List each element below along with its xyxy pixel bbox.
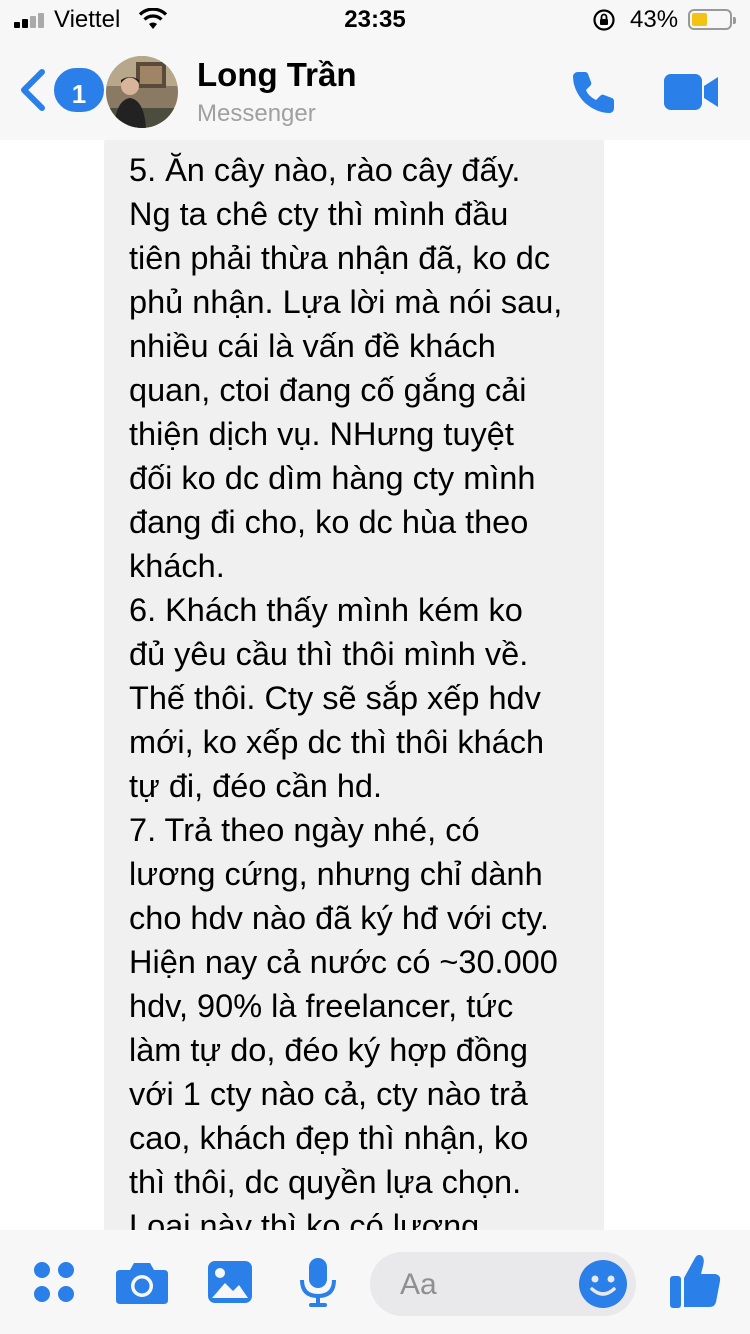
- battery-percent: 43%: [630, 6, 679, 33]
- message-line: tự đi, đéo cần hd.: [129, 768, 383, 804]
- voice-call-button[interactable]: [568, 66, 620, 118]
- message-bubble[interactable]: 5. Ăn cây nào, rào cây đấy. Ng ta chê cty…: [104, 140, 604, 1230]
- message-line: tiên phải thừa nhận đã, ko dc: [129, 240, 551, 276]
- camera-icon[interactable]: [114, 1258, 170, 1306]
- message-line: 6. Khách thấy mình kém ko: [129, 592, 523, 628]
- message-line: cho hdv nào đã ký hđ với cty.: [129, 900, 549, 936]
- message-line: đủ yêu cầu thì thôi mình về.: [129, 636, 529, 672]
- message-line: nhiều cái là vấn đề khách: [129, 328, 496, 364]
- battery-icon: [688, 9, 736, 30]
- message-line: thiện dịch vụ. NHưng tuyệt: [129, 416, 514, 452]
- message-line: đang đi cho, ko dc hùa theo: [129, 504, 529, 540]
- contact-name[interactable]: Long Trần: [197, 56, 357, 94]
- message-line: cao, khách đẹp thì nhận, ko: [129, 1120, 529, 1156]
- composer-bar: Aa: [0, 1230, 750, 1334]
- conversation-header: 1 Long Trần Messenger: [0, 40, 750, 140]
- chevron-left-icon: [21, 69, 45, 111]
- thumbs-up-icon[interactable]: [668, 1252, 722, 1310]
- message-line: mới, ko xếp dc thì thôi khách: [129, 724, 545, 760]
- profile-photo: [106, 56, 178, 128]
- message-input-placeholder: Aa: [400, 1268, 437, 1301]
- grid-dots-icon[interactable]: [32, 1260, 76, 1304]
- status-bar: Viettel 23:35 43%: [0, 0, 750, 40]
- message-line: Thế thôi. Cty sẽ sắp xếp hdv: [129, 680, 541, 716]
- rotation-lock-icon: [593, 9, 615, 31]
- message-line: với 1 cty nào cả, cty nào trả: [129, 1076, 528, 1112]
- message-line: Loại này thì ko có lương: [129, 1208, 480, 1230]
- message-line: lương cứng, nhưng chỉ dành: [129, 856, 543, 892]
- back-button[interactable]: 1: [18, 68, 104, 112]
- message-line: làm tự do, đéo ký hợp đồng: [129, 1032, 528, 1068]
- image-icon[interactable]: [206, 1258, 254, 1306]
- video-camera-icon: [664, 74, 718, 110]
- message-line: Hiện nay cả nước có ~30.000: [129, 944, 558, 980]
- phone-icon: [573, 72, 614, 113]
- message-line: phủ nhận. Lựa lời mà nói sau,: [129, 284, 563, 320]
- video-call-button[interactable]: [662, 72, 720, 112]
- avatar[interactable]: [106, 56, 178, 128]
- message-line: Ng ta chê cty thì mình đầu: [129, 196, 509, 232]
- message-line: khách.: [129, 548, 225, 584]
- message-line: đối ko dc dìm hàng cty mình: [129, 460, 536, 496]
- microphone-icon[interactable]: [296, 1256, 340, 1308]
- contact-subtitle: Messenger: [197, 100, 316, 127]
- message-line: hdv, 90% là freelancer, tức: [129, 988, 514, 1024]
- smiley-icon[interactable]: [578, 1259, 628, 1309]
- message-line: quan, ctoi đang cố gắng cải: [129, 372, 527, 408]
- message-line: 5. Ăn cây nào, rào cây đấy.: [129, 152, 521, 188]
- message-list[interactable]: 5. Ăn cây nào, rào cây đấy. Ng ta chê cty…: [0, 140, 750, 1230]
- message-line: 7. Trả theo ngày nhé, có: [129, 812, 480, 848]
- unread-count-badge: 1: [54, 68, 104, 112]
- message-line: thì thôi, dc quyền lựa chọn.: [129, 1164, 522, 1200]
